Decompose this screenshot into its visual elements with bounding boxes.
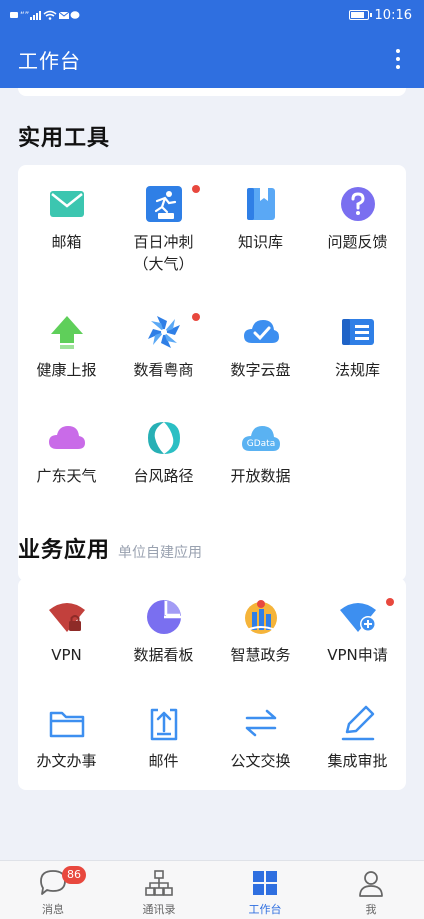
svg-text:“”: “” [20,11,29,21]
notification-dot [192,313,200,321]
book-icon [247,188,275,220]
gov-building-icon [245,600,277,634]
tool-item-data-merchant[interactable]: 数看粤商 [115,293,212,393]
tool-label: 百日冲刺 （大气） [133,233,194,273]
tool-item-feedback[interactable]: 问题反馈 [309,165,406,265]
app-item-vpn[interactable]: VPN [18,578,115,678]
mail-icon [50,191,84,217]
tool-item-regulations[interactable]: 法规库 [309,293,406,393]
tool-item-weather[interactable]: 广东天气 [18,399,115,499]
tab-workbench[interactable]: 工作台 [212,861,318,919]
wifi-plus-icon [340,603,376,632]
apps-section-title: 业务应用 单位自建应用 [18,532,202,564]
app-bar: 工作台 [0,30,424,88]
tool-label: 问题反馈 [327,233,388,251]
more-menu-icon[interactable] [392,43,404,75]
app-label: 集成审批 [327,752,388,770]
signal-icon: “” [10,10,80,21]
app-item-mail[interactable]: 邮件 [115,684,212,784]
tab-messages[interactable]: 86 消息 [0,861,106,919]
tab-label: 工作台 [248,903,282,916]
vpn-wifi-lock-icon [49,603,85,632]
notification-dot [192,185,200,193]
tool-label: 开放数据 [230,467,291,485]
app-label: 公文交换 [230,752,291,770]
tool-item-health[interactable]: 健康上报 [18,293,115,393]
typhoon-icon [148,422,180,454]
tool-label: 邮箱 [51,233,82,251]
cloud-check-icon [244,320,279,343]
tool-item-open-data[interactable]: GData 开放数据 [212,399,309,499]
bottom-tab-bar: 86 消息 通讯录 工作台 我 [0,860,424,919]
pie-chart-icon [147,600,181,634]
tab-label: 我 [365,903,377,916]
battery-icon [348,10,372,20]
tool-label: 台风路径 [133,467,194,485]
app-label: VPN申请 [327,646,388,664]
tab-contacts[interactable]: 通讯录 [106,861,212,919]
app-label: 数据看板 [133,646,194,664]
tool-label: 广东天气 [36,467,97,485]
document-icon [342,319,374,345]
tools-card: 邮箱 百日冲刺 （大气） 知识库 问题反馈 健康上报 数看粤商 数字云盘 法规库… [18,165,406,581]
main-content[interactable]: 实用工具 邮箱 百日冲刺 （大气） 知识库 问题反馈 健康上报 数看粤商 数字云… [0,88,424,860]
notification-dot [386,598,394,606]
status-bar: “” 10:16 [0,0,424,30]
org-chart-icon [145,870,173,896]
tool-item-cloud-disk[interactable]: 数字云盘 [212,293,309,393]
tools-section-title: 实用工具 [18,126,111,151]
tool-item-knowledge[interactable]: 知识库 [212,165,309,265]
app-item-dashboard[interactable]: 数据看板 [115,578,212,678]
apps-section-heading: 业务应用 [18,538,111,563]
apps-section-subtitle: 单位自建应用 [118,545,203,561]
app-item-office-affairs[interactable]: 办文办事 [18,684,115,784]
upload-arrow-icon [51,316,83,349]
card-remnant [18,88,406,96]
app-item-doc-exchange[interactable]: 公文交换 [212,684,309,784]
tool-label: 法规库 [334,361,380,379]
app-item-vpn-apply[interactable]: VPN申请 [309,578,406,678]
app-label: 办文办事 [36,752,97,770]
tool-item-mail[interactable]: 邮箱 [18,165,115,265]
sprint-runner-icon [146,186,182,222]
tool-item-sprint[interactable]: 百日冲刺 （大气） [115,165,212,273]
app-item-approval[interactable]: 集成审批 [309,684,406,784]
weather-cloud-icon [49,426,85,449]
status-icons: “” [10,9,80,21]
app-label: 智慧政务 [230,646,291,664]
svg-text:GData: GData [247,439,275,449]
apps-card: VPN 数据看板 智慧政务 VPN申请 办文办事 邮件 公文交换 集成审批 [18,578,406,790]
status-time: 10:16 [374,7,412,23]
clipboard-upload-icon [150,708,178,741]
gdata-cloud-icon: GData [242,426,280,451]
app-label: 邮件 [148,752,179,770]
tab-label: 通讯录 [142,903,176,916]
person-icon [359,871,383,897]
pen-edit-icon [341,705,375,741]
question-icon [341,187,375,221]
tab-me[interactable]: 我 [318,861,424,919]
tool-item-typhoon[interactable]: 台风路径 [115,399,212,499]
tool-label: 健康上报 [36,361,97,379]
app-label: VPN [51,646,82,664]
tab-label: 消息 [42,903,64,916]
pinwheel-icon [148,316,180,348]
app-item-smart-gov[interactable]: 智慧政务 [212,578,309,678]
grid-icon [253,871,277,895]
tool-label: 数看粤商 [133,361,194,379]
folder-icon [49,711,85,738]
unread-badge: 86 [62,866,86,884]
tool-label: 知识库 [237,233,283,251]
exchange-arrows-icon [245,709,277,737]
tool-label: 数字云盘 [230,361,291,379]
page-title: 工作台 [18,48,81,73]
